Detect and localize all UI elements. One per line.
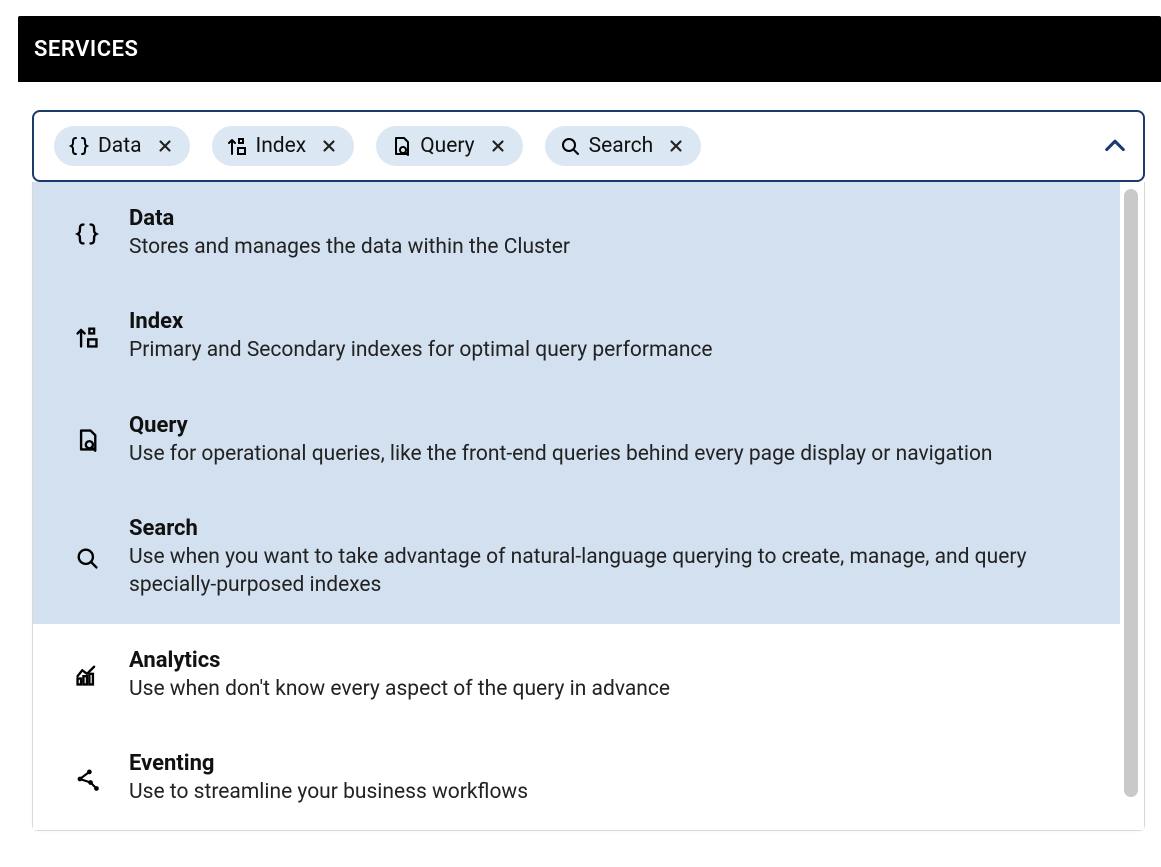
services-panel: Data Index — [18, 82, 1161, 831]
option-eventing[interactable]: Eventing Use to streamline your business… — [33, 727, 1120, 830]
close-icon[interactable] — [320, 137, 338, 155]
option-search[interactable]: Search Use when you want to take advanta… — [33, 492, 1120, 624]
search-icon — [73, 544, 101, 572]
chip-label: Query — [420, 134, 474, 158]
section-title: SERVICES — [34, 37, 138, 62]
index-icon — [73, 323, 101, 351]
option-title: Query — [129, 413, 993, 438]
services-multiselect[interactable]: Data Index — [32, 110, 1145, 182]
option-desc: Use for operational queries, like the fr… — [129, 440, 993, 468]
option-data[interactable]: Data Stores and manages the data within … — [33, 182, 1120, 285]
option-index[interactable]: Index Primary and Secondary indexes for … — [33, 285, 1120, 388]
option-title: Data — [129, 206, 570, 231]
option-title: Search — [129, 516, 1088, 541]
chip-index[interactable]: Index — [212, 126, 355, 166]
option-title: Eventing — [129, 751, 528, 776]
scrollbar-thumb[interactable] — [1124, 189, 1138, 797]
search-icon — [559, 135, 581, 157]
eventing-icon — [73, 765, 101, 793]
option-desc: Use when you want to take advantage of n… — [129, 543, 1088, 600]
selected-chips: Data Index — [54, 126, 701, 166]
file-search-icon — [73, 426, 101, 454]
chip-data[interactable]: Data — [54, 126, 190, 166]
option-desc: Use to streamline your business workflow… — [129, 778, 528, 806]
close-icon[interactable] — [489, 137, 507, 155]
chip-label: Search — [589, 134, 654, 158]
option-title: Analytics — [129, 648, 670, 673]
option-title: Index — [129, 309, 713, 334]
scrollbar[interactable] — [1120, 182, 1144, 830]
option-desc: Primary and Secondary indexes for optima… — [129, 336, 713, 364]
chip-label: Index — [256, 134, 307, 158]
file-search-icon — [390, 135, 412, 157]
index-icon — [226, 135, 248, 157]
chevron-up-icon — [1102, 133, 1128, 159]
close-icon[interactable] — [156, 137, 174, 155]
chip-label: Data — [98, 134, 142, 158]
services-option-list: Data Stores and manages the data within … — [33, 182, 1120, 830]
close-icon[interactable] — [667, 137, 685, 155]
option-analytics[interactable]: Analytics Use when don't know every aspe… — [33, 624, 1120, 727]
option-desc: Use when don't know every aspect of the … — [129, 675, 670, 703]
option-desc: Stores and manages the data within the C… — [129, 233, 570, 261]
option-query[interactable]: Query Use for operational queries, like … — [33, 389, 1120, 492]
chip-search[interactable]: Search — [545, 126, 702, 166]
services-dropdown: Data Stores and manages the data within … — [32, 182, 1145, 831]
chip-query[interactable]: Query — [376, 126, 522, 166]
braces-icon — [73, 220, 101, 248]
braces-icon — [68, 135, 90, 157]
section-header: SERVICES — [18, 16, 1161, 82]
collapse-toggle[interactable] — [1101, 132, 1129, 160]
analytics-icon — [73, 661, 101, 689]
